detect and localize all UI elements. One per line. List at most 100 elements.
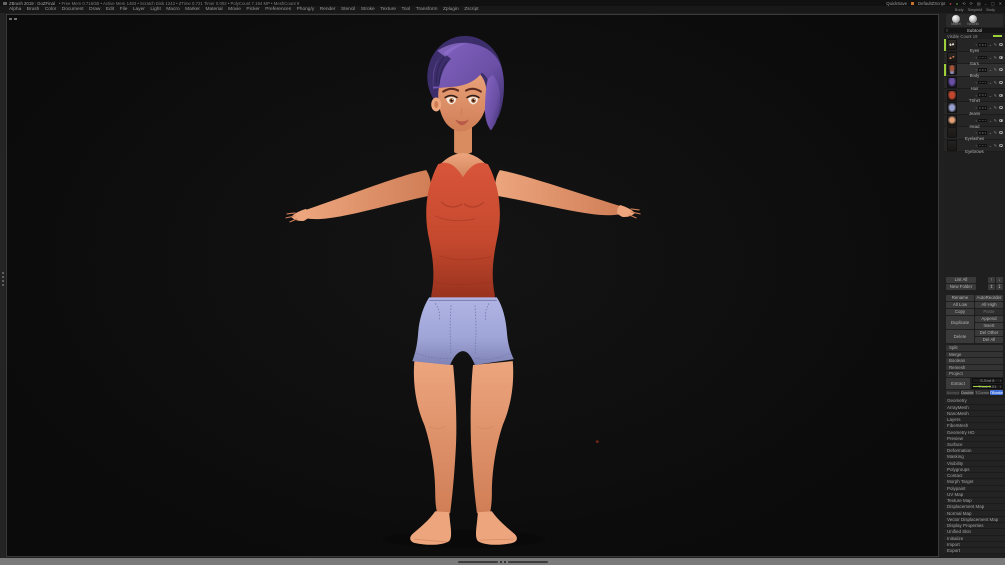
menu-item[interactable]: Marker	[185, 7, 200, 12]
subtool-row[interactable]: Ears ‹ ⌄ ✎	[944, 51, 1005, 66]
menu-item[interactable]: Picker	[246, 7, 259, 12]
subtool-row[interactable]: Eyebrows ‹ ⌄ ✎	[944, 139, 1005, 154]
menu-item[interactable]: Alpha	[9, 7, 21, 12]
section-header[interactable]: Merge	[946, 351, 1003, 358]
document-viewport[interactable]	[6, 14, 939, 557]
subtool-row[interactable]: Head ‹ ⌄ ✎	[944, 114, 1005, 129]
all-low-button[interactable]: All Low	[946, 302, 974, 309]
extract-toggle-button[interactable]: Double	[960, 389, 974, 396]
caret-down-icon[interactable]: ⌄	[989, 80, 992, 85]
polypaint-pencil-icon[interactable]: ✎	[994, 80, 997, 85]
subtool-row[interactable]: Jeans ‹ ⌄ ✎	[944, 101, 1005, 116]
collapse-arrow-icon[interactable]: ‹	[975, 130, 976, 135]
quick-label[interactable]: SimpleM	[968, 8, 983, 12]
red-dot-icon[interactable]: ●	[949, 1, 951, 6]
delete-button[interactable]: Delete	[946, 330, 974, 344]
menu-item[interactable]: Stencil	[341, 7, 355, 12]
visibility-eye-icon[interactable]	[998, 106, 1003, 110]
subtool-thumbnail[interactable]	[946, 89, 958, 101]
subtool-row[interactable]: TShirt ‹ ⌄ ✎	[944, 89, 1005, 103]
visibility-eye-icon[interactable]	[998, 118, 1003, 122]
menu-item[interactable]: Material	[206, 7, 223, 12]
quick-label[interactable]: Body	[955, 8, 964, 12]
undo-icon[interactable]: ⟲	[962, 1, 965, 6]
menu-item[interactable]: Zplugin	[443, 7, 459, 12]
visibility-eye-icon[interactable]	[998, 93, 1003, 97]
caret-down-icon[interactable]: ⌄	[989, 93, 992, 98]
extract-slider[interactable]: S.Smt 5 ▪	[971, 377, 1003, 383]
visibility-eye-icon[interactable]	[998, 43, 1003, 47]
menu-item[interactable]: Macro	[166, 7, 179, 12]
menu-item[interactable]: Phong/y	[297, 7, 315, 12]
polypaint-pencil-icon[interactable]: ✎	[994, 105, 997, 110]
resolution-slider[interactable]	[978, 43, 988, 47]
resolution-slider[interactable]	[978, 143, 988, 148]
menu-item[interactable]: Zscript	[464, 7, 478, 12]
append-button[interactable]: Append	[975, 316, 1003, 323]
caret-down-icon[interactable]: ⌄	[989, 105, 992, 110]
menu-item[interactable]: Layer	[133, 7, 145, 12]
subtool-row[interactable]: Eyelashes ‹ ⌄ ✎	[944, 127, 1005, 141]
caret-down-icon[interactable]: ⌄	[989, 143, 992, 148]
folder-down-button[interactable]: ↧	[996, 284, 1003, 291]
menu-item[interactable]: Edit	[106, 7, 114, 12]
subtool-thumbnail[interactable]	[946, 77, 958, 89]
collapse-arrow-icon[interactable]: ‹	[975, 143, 976, 148]
move-down-button[interactable]: ↓	[996, 277, 1003, 284]
del-all-button[interactable]: Del All	[975, 337, 1003, 344]
menu-item[interactable]: Preferences	[265, 7, 291, 12]
subtool-thumbnail[interactable]	[946, 127, 958, 139]
menu-item[interactable]: File	[120, 7, 128, 12]
visibility-eye-icon[interactable]	[998, 55, 1003, 59]
close-icon[interactable]: ✕	[999, 1, 1002, 6]
extract-button[interactable]: Extract	[946, 377, 970, 389]
bottom-tray-handle[interactable]	[457, 560, 548, 563]
section-header[interactable]: Boolean	[946, 358, 1003, 364]
canvas-area[interactable]	[5, 13, 940, 558]
paste-button[interactable]: Paste	[975, 309, 1003, 316]
menu-item[interactable]: Texture	[380, 7, 396, 12]
collapse-arrow-icon[interactable]: ‹	[975, 118, 976, 123]
green-dot-icon[interactable]: ●	[956, 1, 958, 6]
flyout-icon[interactable]: ≡	[946, 28, 948, 33]
menu-item[interactable]: Brush	[27, 7, 40, 12]
duplicate-button[interactable]: Duplicate	[946, 316, 974, 330]
redo-icon[interactable]: ⟳	[969, 1, 972, 6]
subtool-thumbnail[interactable]	[946, 114, 958, 126]
default-zscript-button[interactable]: DefaultZScript	[918, 1, 945, 6]
collapse-arrow-icon[interactable]: ‹	[975, 55, 976, 60]
visibility-eye-icon[interactable]	[998, 144, 1003, 148]
quick-label[interactable]: Body	[986, 8, 995, 12]
subtool-header[interactable]: ≡ Subtool	[944, 28, 1005, 33]
left-tray-handle[interactable]	[1, 272, 4, 286]
section-header[interactable]: Split	[946, 345, 1003, 351]
menu-item[interactable]: Color	[45, 7, 56, 12]
minimize-icon[interactable]: –	[985, 1, 987, 6]
subtool-row[interactable]: Hair ‹ ⌄ ✎	[944, 76, 1005, 91]
subtool-row[interactable]: Body ‹ ⌄ ✎	[944, 64, 1005, 78]
section-header[interactable]: Remesh	[946, 364, 1003, 371]
polypaint-pencil-icon[interactable]: ✎	[994, 67, 997, 72]
menu-item[interactable]: Light	[150, 7, 160, 12]
visibility-eye-icon[interactable]	[998, 68, 1003, 72]
caret-down-icon[interactable]: ⌄	[989, 42, 992, 47]
caret-down-icon[interactable]: ⌄	[989, 55, 992, 60]
polypaint-pencil-icon[interactable]: ✎	[994, 93, 997, 98]
layout-grid-icon[interactable]: ▤	[977, 1, 981, 6]
folder-up-button[interactable]: ↥	[988, 284, 995, 291]
palette-section-item[interactable]: Export	[944, 547, 1005, 555]
resolution-slider[interactable]	[978, 106, 988, 110]
menu-item[interactable]: Stroke	[361, 7, 375, 12]
subtool-thumbnail[interactable]	[946, 64, 958, 76]
subtool-thumbnail[interactable]	[946, 39, 958, 51]
collapse-arrow-icon[interactable]: ‹	[975, 67, 976, 72]
polypaint-pencil-icon[interactable]: ✎	[994, 143, 997, 148]
polypaint-pencil-icon[interactable]: ✎	[994, 55, 997, 60]
all-high-button[interactable]: All High	[975, 302, 1003, 309]
polypaint-pencil-icon[interactable]: ✎	[994, 130, 997, 135]
collapse-arrow-icon[interactable]: ‹	[975, 80, 976, 85]
subtool-row[interactable]: Eyes ‹ ⌄ ✎	[944, 39, 1005, 53]
tool-thumbnail[interactable]: Materi	[949, 15, 963, 27]
resolution-slider[interactable]	[978, 80, 988, 85]
subtool-thumbnail[interactable]	[946, 102, 958, 114]
